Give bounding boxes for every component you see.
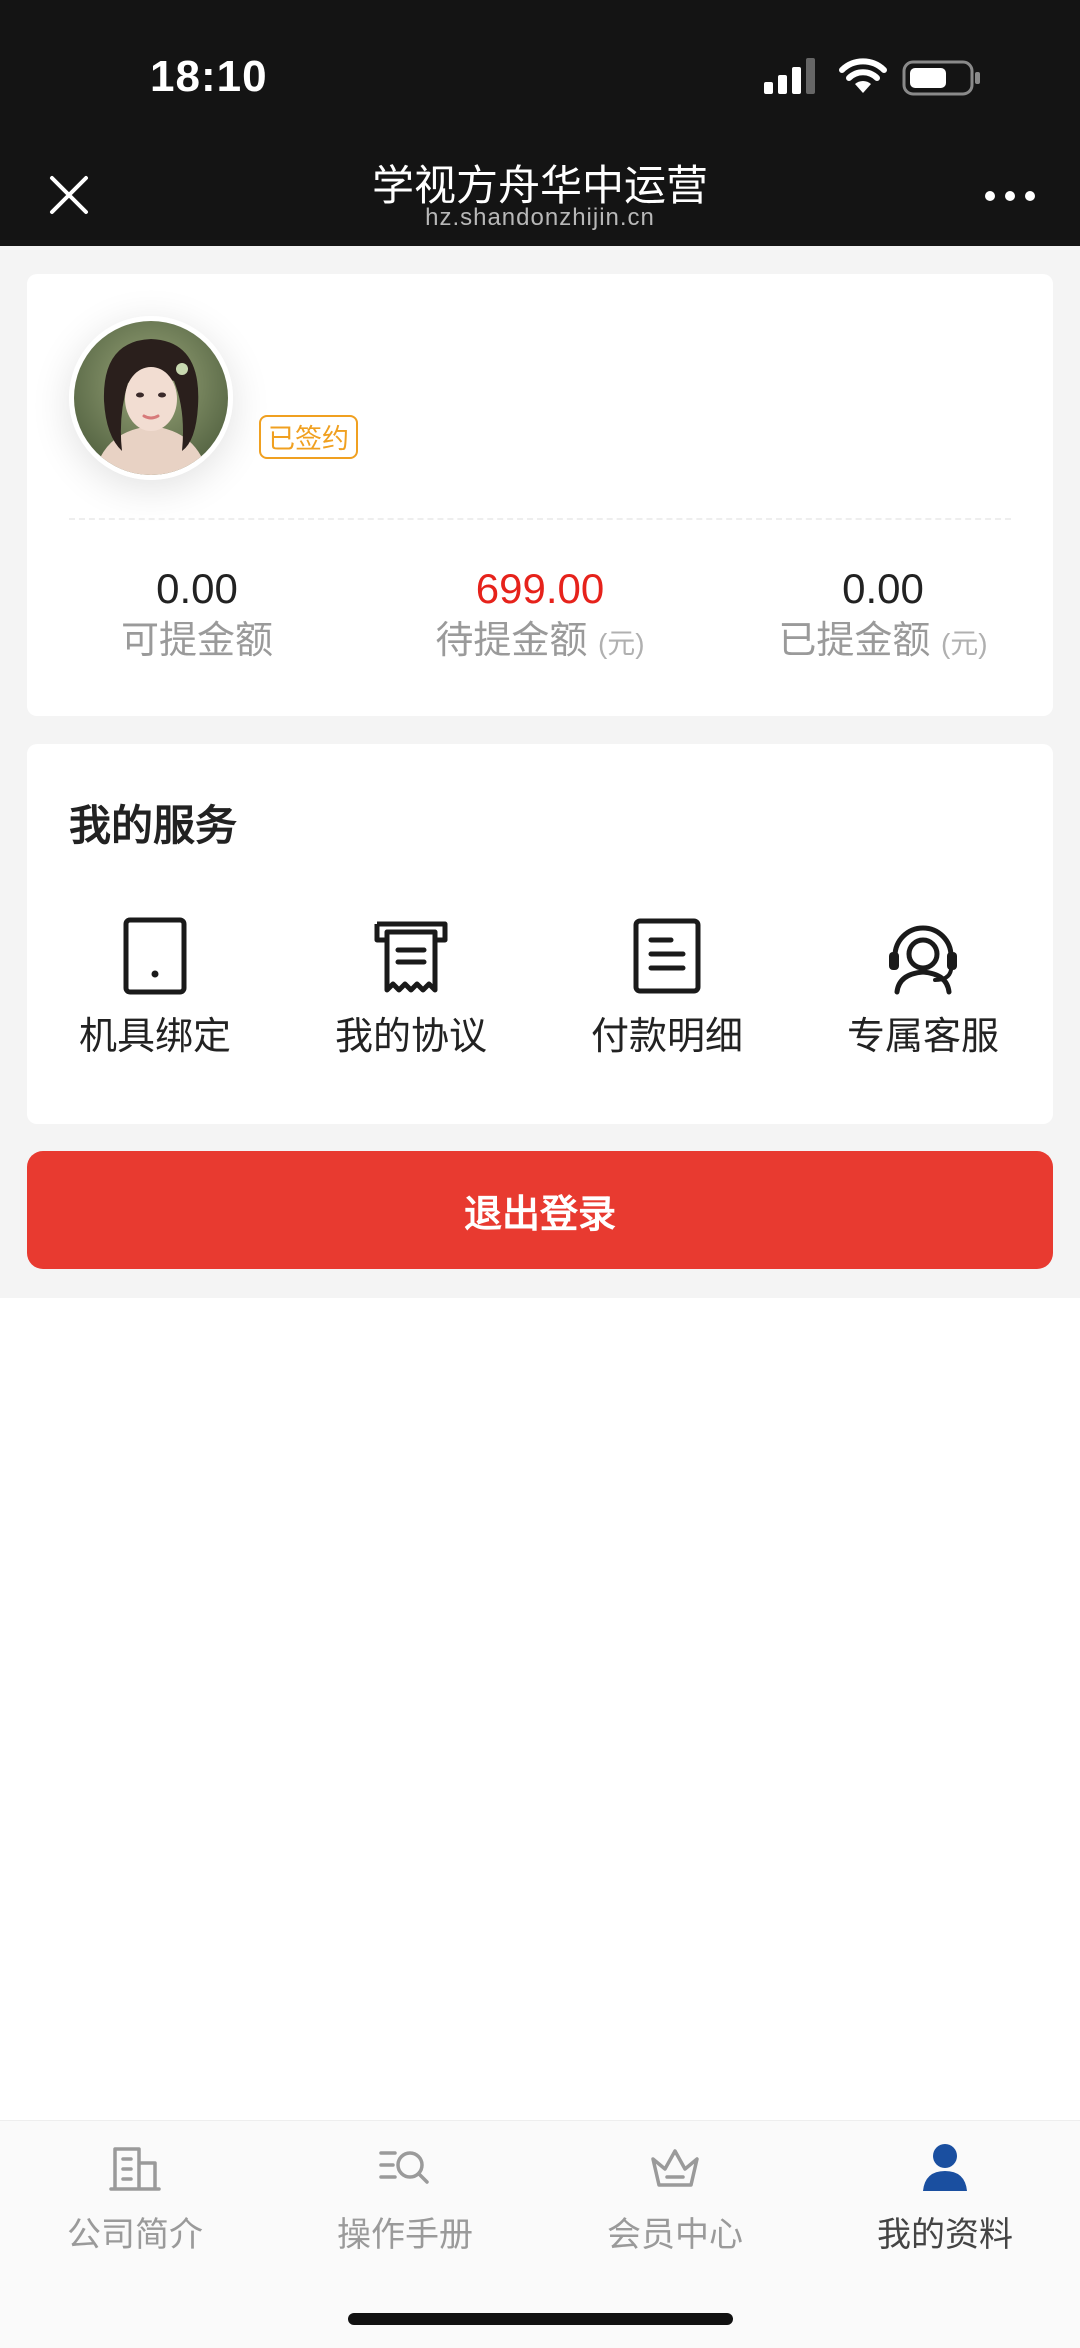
stat-label: 已提金额 (元) [778,620,988,662]
service-label: 付款明细 [590,1016,743,1058]
service-payment-details[interactable]: 付款明细 [539,916,795,1060]
avatar-image [74,321,228,475]
headset-icon [889,925,957,995]
home-indicator [348,2313,733,2325]
battery-icon [902,60,980,96]
service-customer-support[interactable]: 专属客服 [795,916,1051,1060]
stat-value: 0.00 [156,565,238,612]
signed-badge: 已签约 [259,415,358,459]
building-icon [109,2147,161,2191]
avatar[interactable] [69,316,233,480]
service-label: 专属客服 [846,1016,999,1058]
document-icon [633,918,701,994]
tab-member-center[interactable]: 会员中心 [540,2141,810,2256]
stat-withdrawn: 0.00 已提金额 (元) [713,564,1053,671]
logout-button[interactable]: 退出登录 [27,1151,1053,1269]
service-my-agreement[interactable]: 我的协议 [283,916,539,1060]
stat-label: 待提金额 (元) [435,620,645,662]
stat-value: 699.00 [475,565,605,612]
wifi-icon [839,58,887,93]
stat-unit: (元) [940,628,988,659]
profile-card: 已签约 0.00 可提金额 699.00 待提金额 (元) 0.00 已提金额 … [27,274,1053,716]
tab-label: 会员中心 [607,2216,743,2254]
services-card: 我的服务 机具绑定 我的协议 付款明细 专属客服 [27,744,1053,1124]
service-label: 我的协议 [334,1016,487,1058]
stat-value: 0.00 [842,565,924,612]
service-label: 机具绑定 [78,1016,231,1058]
tab-company-intro[interactable]: 公司简介 [0,2141,270,2256]
user-icon [923,2144,967,2191]
tab-label: 公司简介 [67,2216,203,2254]
divider [69,518,1011,520]
service-device-binding[interactable]: 机具绑定 [27,916,283,1060]
tab-manual[interactable]: 操作手册 [270,2141,540,2256]
crown-icon [651,2149,699,2187]
status-bar: 18:10 [0,0,1080,150]
nav-bar: 学视方舟华中运营 hz.shandonzhijin.cn [0,150,1080,246]
more-icon[interactable] [982,186,1038,206]
status-time: 18:10 [150,52,268,101]
tab-label: 操作手册 [337,2216,473,2254]
search-list-icon [379,2151,429,2184]
stat-withdrawable: 0.00 可提金额 [27,564,367,668]
tablet-icon [123,917,187,995]
stat-label: 可提金额 [120,620,273,662]
receipt-icon [374,921,448,993]
services-title: 我的服务 [69,802,238,849]
stat-pending: 699.00 待提金额 (元) [370,564,710,671]
tab-my-profile[interactable]: 我的资料 [810,2141,1080,2256]
tab-label: 我的资料 [877,2216,1013,2254]
cellular-signal-icon [764,58,815,94]
page-url: hz.shandonzhijin.cn [425,204,655,231]
stat-unit: (元) [597,628,645,659]
